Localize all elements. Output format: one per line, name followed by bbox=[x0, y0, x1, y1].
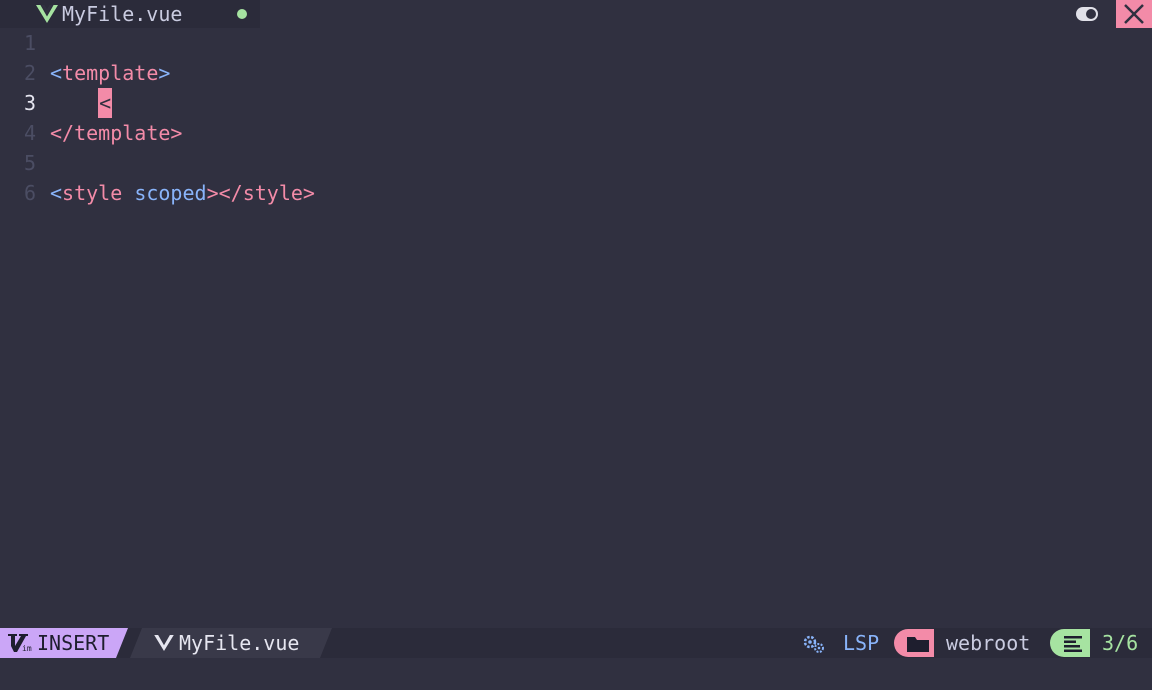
position-indicator bbox=[1050, 629, 1090, 657]
code-line-current: 3 < bbox=[0, 88, 1152, 118]
mode-label: INSERT bbox=[37, 631, 110, 655]
code-line: 1 bbox=[0, 28, 1152, 58]
cursor-position: 3/6 bbox=[1102, 631, 1139, 655]
tag-bracket: > bbox=[170, 121, 183, 145]
tag-bracket: > bbox=[158, 61, 171, 85]
tag-bracket: </ bbox=[50, 121, 75, 145]
vim-icon: im bbox=[8, 634, 32, 652]
code-line: 2 <template> bbox=[0, 58, 1152, 88]
editor-area[interactable]: 1 2 <template> 3 < 4 </template> 5 6 <st… bbox=[0, 28, 1152, 628]
tag-bracket: < bbox=[50, 181, 63, 205]
code-line: 4 </template> bbox=[0, 118, 1152, 148]
gear-icon bbox=[803, 635, 824, 653]
line-number: 4 bbox=[23, 121, 36, 145]
tag-bracket: > bbox=[302, 181, 315, 205]
line-number: 2 bbox=[23, 61, 36, 85]
tab-file-name: MyFile.vue bbox=[62, 2, 183, 26]
close-button[interactable] bbox=[1116, 0, 1152, 28]
line-text: <style scoped></style> bbox=[50, 178, 315, 208]
vue-icon bbox=[153, 635, 175, 651]
tag-name: style bbox=[242, 181, 303, 205]
code-line: 6 <style scoped></style> bbox=[0, 178, 1152, 208]
tag-name: style bbox=[62, 181, 123, 205]
buffer-tab[interactable]: MyFile.vue bbox=[0, 0, 260, 28]
line-number: 3 bbox=[23, 91, 36, 115]
modified-indicator-icon bbox=[237, 9, 247, 19]
toggle-icon[interactable] bbox=[1076, 7, 1098, 21]
lines-icon bbox=[1064, 636, 1082, 652]
tab-bar: MyFile.vue bbox=[0, 0, 1152, 28]
file-segment: MyFile.vue bbox=[130, 628, 332, 658]
vue-icon bbox=[36, 5, 58, 23]
tag-name: template bbox=[62, 61, 159, 85]
close-icon bbox=[1124, 4, 1144, 24]
text-cursor: < bbox=[98, 88, 113, 118]
tag-bracket: < bbox=[50, 61, 63, 85]
line-number: 6 bbox=[23, 181, 36, 205]
line-text: < bbox=[50, 88, 113, 118]
line-text: </template> bbox=[50, 118, 182, 148]
code-line: 5 bbox=[0, 148, 1152, 178]
line-number: 5 bbox=[23, 151, 36, 175]
line-text: <template> bbox=[50, 58, 170, 88]
line-number: 1 bbox=[23, 31, 36, 55]
mode-indicator: im INSERT bbox=[0, 628, 128, 658]
lsp-status: LSP bbox=[843, 631, 880, 655]
tag-name: template bbox=[74, 121, 171, 145]
folder-indicator bbox=[894, 629, 934, 657]
project-root: webroot bbox=[946, 631, 1031, 655]
tag-bracket: </ bbox=[218, 181, 243, 205]
svg-text:im: im bbox=[22, 644, 32, 652]
attribute-name: scoped bbox=[134, 181, 207, 205]
tag-bracket: > bbox=[206, 181, 219, 205]
folder-icon bbox=[907, 637, 929, 652]
statusline-file-name: MyFile.vue bbox=[179, 631, 300, 655]
statusline: im INSERT MyFile.vue LSP webroot 3/6 bbox=[0, 628, 1152, 658]
